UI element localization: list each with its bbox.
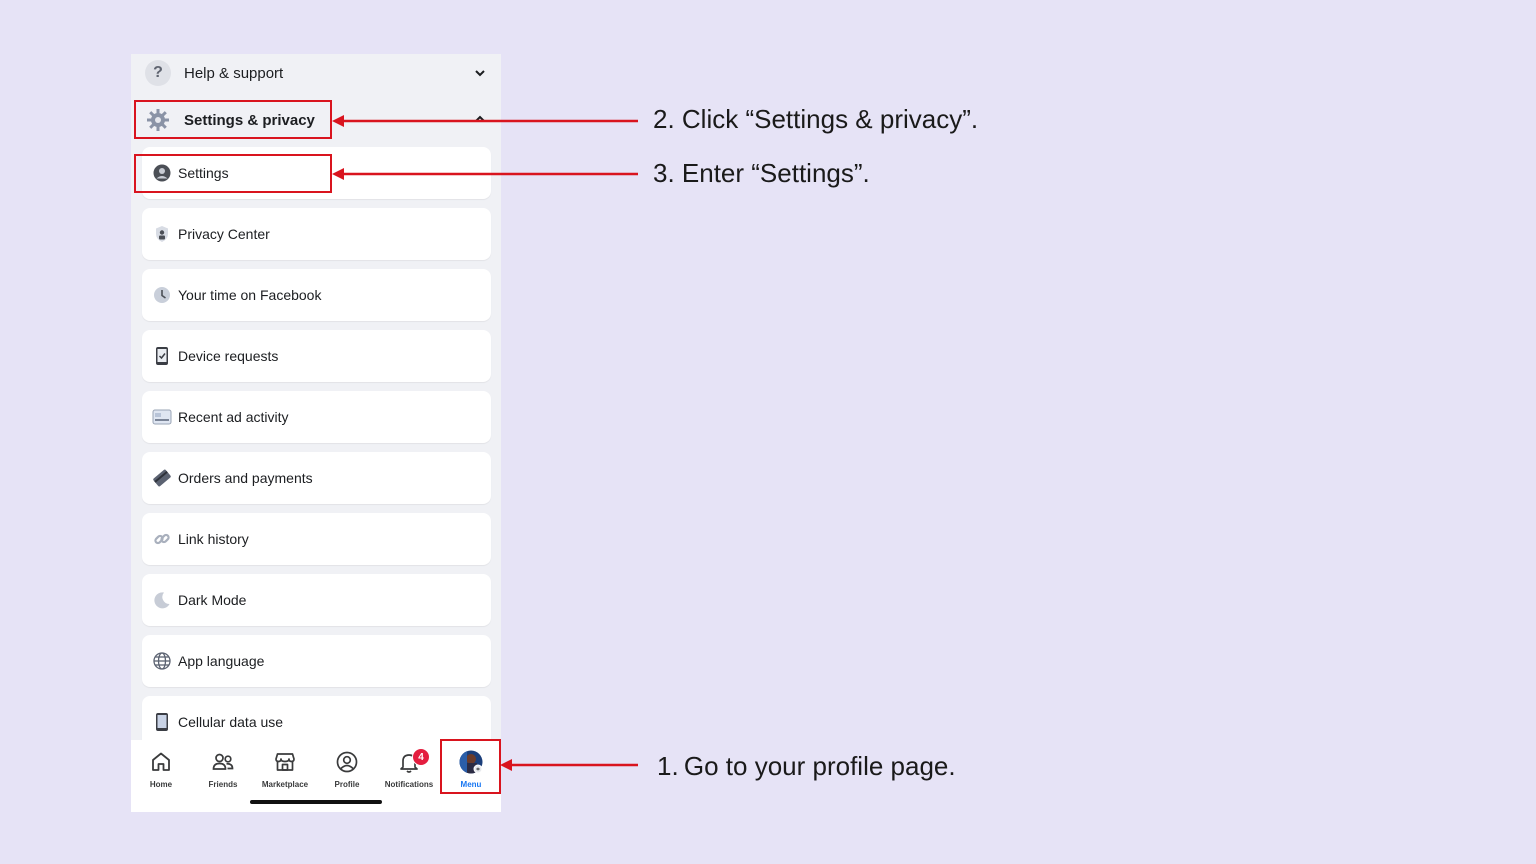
arrowhead-step2 xyxy=(332,115,344,127)
annotation-step1: 1. Go to your profile page. xyxy=(657,751,956,781)
annotation-step3: 3. Enter “Settings”. xyxy=(653,158,870,188)
arrowhead-step3 xyxy=(332,168,344,180)
arrowhead-step1 xyxy=(500,759,512,771)
annotation-step2: 2. Click “Settings & privacy”. xyxy=(653,104,979,134)
